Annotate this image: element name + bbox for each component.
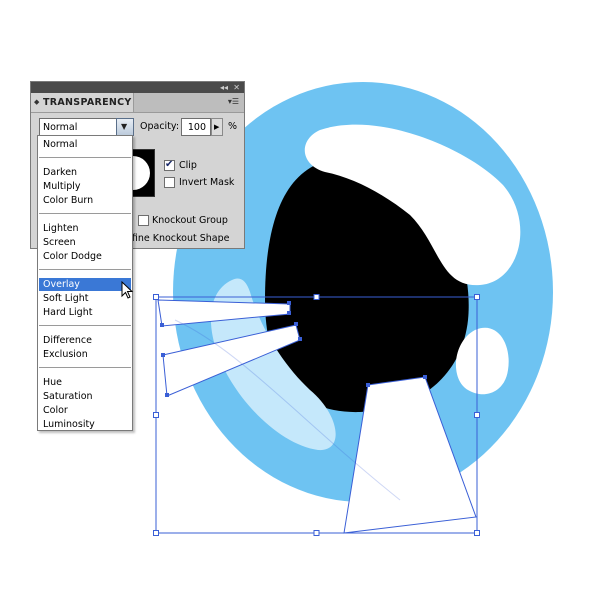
menu-item-exclusion[interactable]: Exclusion	[39, 348, 131, 361]
menu-item-screen[interactable]: Screen	[39, 236, 131, 249]
opacity-unit: %	[228, 121, 238, 132]
menu-item-darken[interactable]: Darken	[39, 166, 131, 179]
menu-item-difference[interactable]: Difference	[39, 334, 131, 347]
chevron-down-icon: ▼	[121, 122, 128, 131]
invert-mask-label: Invert Mask	[179, 177, 235, 188]
panel-title: TRANSPARENCY	[43, 97, 132, 108]
menu-item-color[interactable]: Color	[39, 404, 131, 417]
opacity-slider-button[interactable]: ▶	[211, 118, 223, 136]
invert-mask-checkbox[interactable]	[164, 177, 175, 188]
menu-separator	[39, 213, 131, 214]
blend-mode-menu: Normal Darken Multiply Color Burn Lighte…	[37, 135, 133, 431]
menu-item-overlay[interactable]: Overlay	[39, 278, 131, 291]
blend-mode-value: Normal	[43, 122, 78, 133]
clip-checkbox[interactable]: ✔	[164, 159, 175, 171]
menu-item-multiply[interactable]: Multiply	[39, 180, 131, 193]
panel-titlebar[interactable]: ◂◂ ✕	[31, 82, 244, 93]
mouse-cursor-icon	[121, 281, 134, 299]
opacity-label: Opacity:	[140, 121, 180, 132]
clip-label: Clip	[179, 160, 197, 171]
opacity-value: 100	[187, 122, 206, 133]
menu-item-hard-light[interactable]: Hard Light	[39, 306, 131, 319]
checkmark-icon: ✔	[165, 159, 174, 170]
menu-item-normal[interactable]: Normal	[39, 138, 131, 151]
close-panel-icon[interactable]: ✕	[233, 83, 240, 92]
menu-separator	[39, 157, 131, 158]
menu-separator	[39, 269, 131, 270]
menu-separator	[39, 325, 131, 326]
panel-tabbar: ◆ TRANSPARENCY ▾☰	[31, 93, 244, 113]
tab-transparency[interactable]: ◆ TRANSPARENCY	[31, 93, 134, 112]
menu-item-color-dodge[interactable]: Color Dodge	[39, 250, 131, 263]
menu-separator	[39, 367, 131, 368]
blend-mode-dropdown-button[interactable]: ▼	[116, 118, 134, 136]
opacity-input[interactable]: 100	[181, 118, 211, 136]
knockout-group-checkbox[interactable]	[138, 215, 149, 226]
menu-item-color-burn[interactable]: Color Burn	[39, 194, 131, 207]
collapse-panel-icon[interactable]: ◂◂	[220, 83, 228, 92]
menu-item-soft-light[interactable]: Soft Light	[39, 292, 131, 305]
tab-stepper-icon: ◆	[34, 98, 40, 106]
menu-item-hue[interactable]: Hue	[39, 376, 131, 389]
menu-item-luminosity[interactable]: Luminosity	[39, 418, 131, 431]
panel-menu-icon[interactable]: ▾☰	[228, 98, 239, 106]
chevron-right-icon: ▶	[214, 123, 220, 131]
knockout-group-label: Knockout Group	[152, 215, 228, 226]
menu-item-saturation[interactable]: Saturation	[39, 390, 131, 403]
menu-item-lighten[interactable]: Lighten	[39, 222, 131, 235]
define-knockout-shape-label[interactable]: efine Knockout Shape	[126, 233, 230, 244]
